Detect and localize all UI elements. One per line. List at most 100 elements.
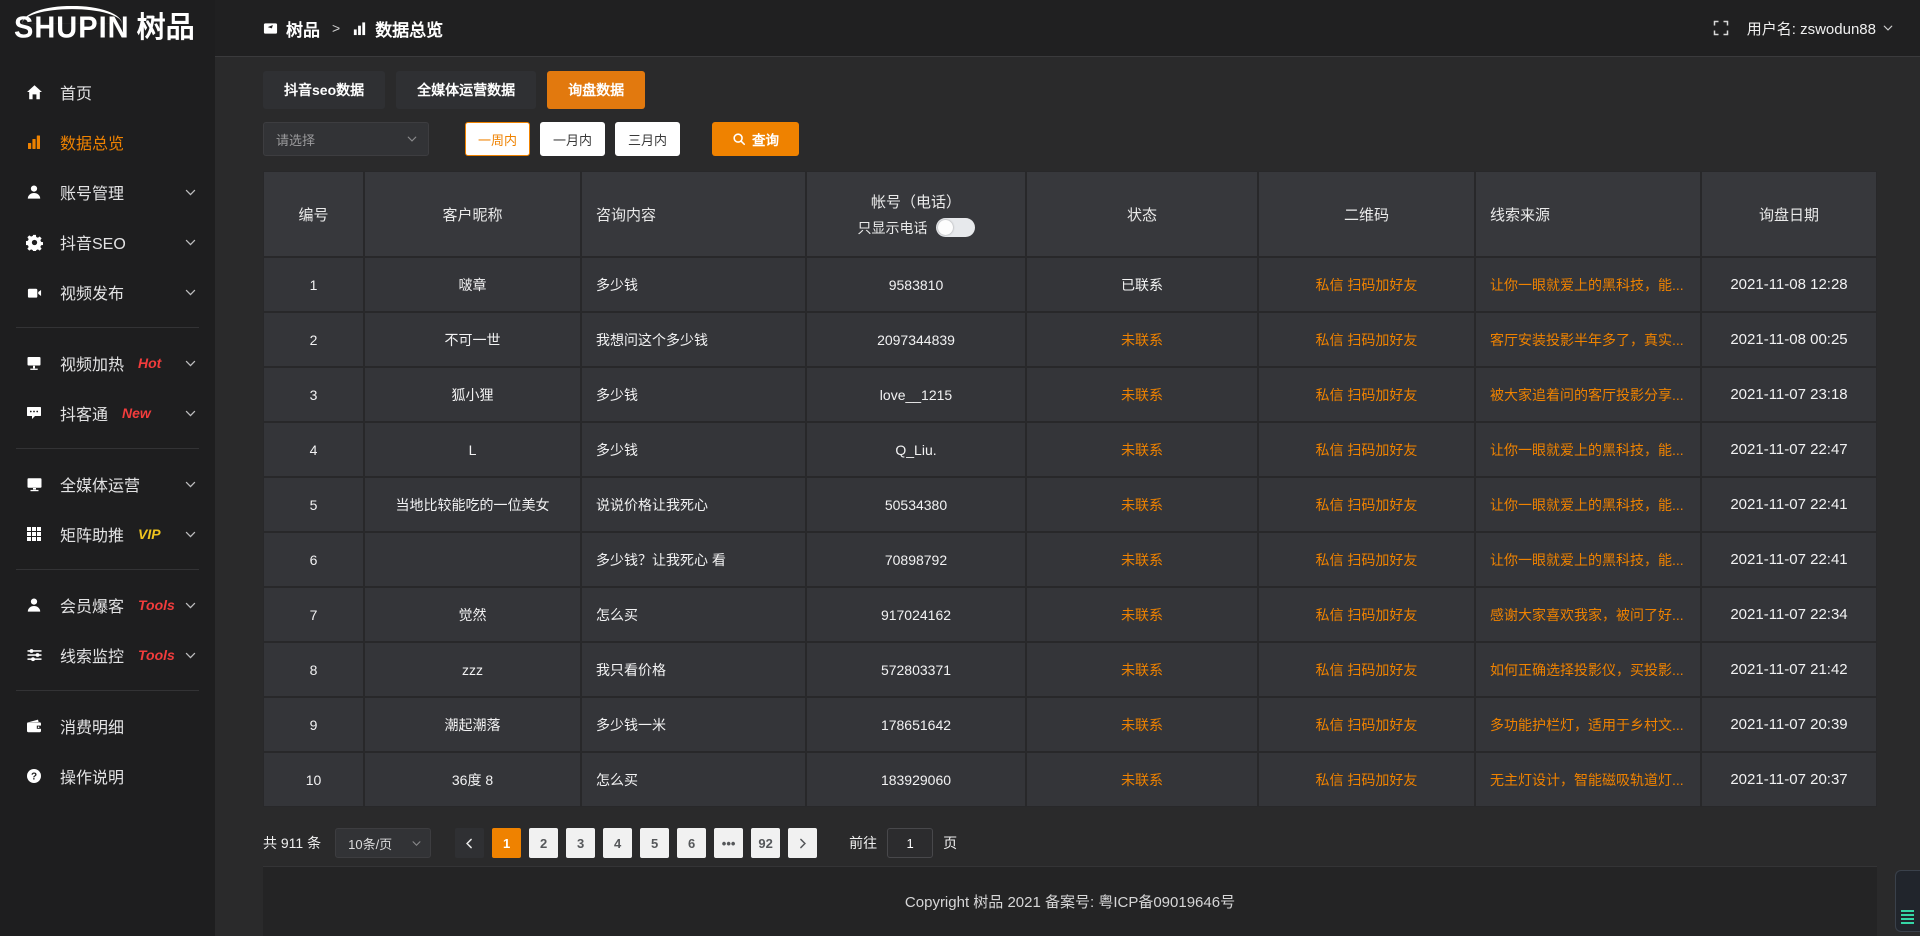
corner-widget[interactable] (1895, 870, 1920, 932)
row-id: 10 (264, 753, 363, 806)
sidebar-item-video-publish[interactable]: 视频发布 (0, 267, 215, 317)
page-button-5[interactable]: 5 (640, 828, 669, 858)
row-qr-link[interactable]: 私信 扫码加好友 (1259, 533, 1474, 586)
sidebar-divider (16, 690, 199, 691)
chevron-down-icon (184, 357, 197, 370)
user-menu[interactable]: 用户名: zswodun88 (1747, 18, 1894, 39)
row-nickname: 潮起潮落 (365, 698, 580, 751)
row-source-link[interactable]: 如何正确选择投影仪，买投影... (1476, 643, 1700, 696)
account-header-label: 帐号（电话） (871, 191, 961, 212)
row-source-link[interactable]: 让你一眼就爱上的黑科技，能... (1476, 478, 1700, 531)
range-button-1[interactable]: 一周内 (465, 122, 530, 156)
prev-page-button[interactable] (455, 828, 484, 858)
row-status: 未联系 (1027, 423, 1257, 476)
row-date: 2021-11-07 22:41 (1702, 478, 1876, 531)
app-logo: SHUPIN 树品 (0, 0, 215, 57)
row-qr-link[interactable]: 私信 扫码加好友 (1259, 643, 1474, 696)
sidebar-item-douyin-seo[interactable]: 抖音SEO (0, 217, 215, 267)
filter-select[interactable]: 请选择 (263, 122, 429, 156)
page-button-2[interactable]: 2 (529, 828, 558, 858)
row-date: 2021-11-07 20:37 (1702, 753, 1876, 806)
row-id: 7 (264, 588, 363, 641)
row-source-link[interactable]: 无主灯设计，智能磁吸轨道灯... (1476, 753, 1700, 806)
row-qr-link[interactable]: 私信 扫码加好友 (1259, 478, 1474, 531)
sidebar-item-consume-detail[interactable]: 消费明细 (0, 701, 215, 751)
sidebar-item-badge: Tools (138, 597, 175, 613)
phone-toggle-row: 只显示电话 (858, 218, 975, 238)
sidebar-item-instructions[interactable]: ?操作说明 (0, 751, 215, 801)
sliders-icon (24, 646, 44, 664)
row-nickname: L (365, 423, 580, 476)
row-id: 6 (264, 533, 363, 586)
row-account: 572803371 (807, 643, 1025, 696)
goto-page: 前往 页 (849, 828, 957, 858)
sidebar-item-omni-media[interactable]: 全媒体运营 (0, 459, 215, 509)
query-button[interactable]: 查询 (712, 122, 799, 156)
row-source-link[interactable]: 让你一眼就爱上的黑科技，能... (1476, 533, 1700, 586)
next-page-button[interactable] (788, 828, 817, 858)
row-content: 多少钱？让我死心 看 (582, 533, 805, 586)
table-row: 2不可一世我想问这个多少钱2097344839未联系私信 扫码加好友客厅安装投影… (264, 313, 1876, 366)
row-id: 4 (264, 423, 363, 476)
row-qr-link[interactable]: 私信 扫码加好友 (1259, 313, 1474, 366)
row-source-link[interactable]: 客厅安装投影半年多了，真实... (1476, 313, 1700, 366)
sidebar-item-douketong[interactable]: 抖客通New (0, 388, 215, 438)
sidebar-item-home[interactable]: 首页 (0, 67, 215, 117)
footer: Copyright 树品 2021 备案号: 粤ICP备09019646号 (263, 866, 1877, 936)
chart-bar-icon (352, 21, 367, 36)
table-row: 8zzz我只看价格572803371未联系私信 扫码加好友如何正确选择投影仪，买… (264, 643, 1876, 696)
page-size-select[interactable]: 10条/页 (335, 828, 431, 858)
col-header-qrcode: 二维码 (1259, 172, 1474, 256)
row-content: 我只看价格 (582, 643, 805, 696)
row-account: 70898792 (807, 533, 1025, 586)
tab-2[interactable]: 全媒体运营数据 (396, 71, 536, 109)
breadcrumb-page: 数据总览 (375, 16, 443, 41)
row-source-link[interactable]: 让你一眼就爱上的黑科技，能... (1476, 258, 1700, 311)
member-icon (24, 596, 44, 614)
page-button-92[interactable]: 92 (751, 828, 780, 858)
range-button-2[interactable]: 一月内 (540, 122, 605, 156)
table-row: 5当地比较能吃的一位美女说说价格让我死心50534380未联系私信 扫码加好友让… (264, 478, 1876, 531)
sidebar-item-member-burst[interactable]: 会员爆客 Tools (0, 580, 215, 630)
sidebar-item-account-manage[interactable]: 账号管理 (0, 167, 215, 217)
sidebar-item-matrix-boost[interactable]: 矩阵助推VIP (0, 509, 215, 559)
row-qr-link[interactable]: 私信 扫码加好友 (1259, 698, 1474, 751)
sidebar-item-lead-monitor[interactable]: 线索监控Tools (0, 630, 215, 680)
main-area: 树品 > 数据总览 用户名: zswodun88 抖音seo数据全媒体运营数据询… (215, 0, 1920, 936)
goto-page-input[interactable] (887, 828, 933, 858)
copyright-text: Copyright 树品 2021 备案号: 粤ICP备09019646号 (905, 891, 1235, 912)
row-date: 2021-11-08 12:28 (1702, 258, 1876, 311)
row-source-link[interactable]: 被大家追着问的客厅投影分享... (1476, 368, 1700, 421)
tab-3[interactable]: 询盘数据 (547, 71, 645, 109)
row-source-link[interactable]: 感谢大家喜欢我家，被问了好... (1476, 588, 1700, 641)
row-qr-link[interactable]: 私信 扫码加好友 (1259, 368, 1474, 421)
breadcrumb-app[interactable]: 树品 (286, 16, 320, 41)
phone-only-toggle[interactable] (936, 218, 975, 237)
screen-icon (24, 354, 44, 372)
row-qr-link[interactable]: 私信 扫码加好友 (1259, 423, 1474, 476)
row-source-link[interactable]: 让你一眼就爱上的黑科技，能... (1476, 423, 1700, 476)
row-content: 多少钱 (582, 258, 805, 311)
chevron-down-icon (411, 838, 422, 849)
page-button-6[interactable]: 6 (677, 828, 706, 858)
page-button-1[interactable]: 1 (492, 828, 521, 858)
row-qr-link[interactable]: 私信 扫码加好友 (1259, 588, 1474, 641)
sidebar-item-video-heat[interactable]: 视频加热Hot (0, 338, 215, 388)
content: 抖音seo数据全媒体运营数据询盘数据 请选择 一周内一月内三月内 查询 编号 客… (215, 57, 1920, 936)
row-qr-link[interactable]: 私信 扫码加好友 (1259, 258, 1474, 311)
fullscreen-icon[interactable] (1713, 20, 1729, 36)
chevron-down-icon (184, 407, 197, 420)
breadcrumb: 树品 > 数据总览 (263, 16, 443, 41)
total-count: 共 911 条 (263, 833, 321, 853)
tab-1[interactable]: 抖音seo数据 (263, 71, 385, 109)
page-button-4[interactable]: 4 (603, 828, 632, 858)
sidebar-item-label: 会员爆客 (60, 593, 124, 617)
sidebar-item-data-overview[interactable]: 数据总览 (0, 117, 215, 167)
user-icon (24, 183, 44, 201)
page-button-3[interactable]: 3 (566, 828, 595, 858)
row-qr-link[interactable]: 私信 扫码加好友 (1259, 753, 1474, 806)
row-status: 未联系 (1027, 313, 1257, 366)
range-button-3[interactable]: 三月内 (615, 122, 680, 156)
row-source-link[interactable]: 多功能护栏灯，适用于乡村文... (1476, 698, 1700, 751)
more-pages-button[interactable]: ••• (714, 828, 743, 858)
